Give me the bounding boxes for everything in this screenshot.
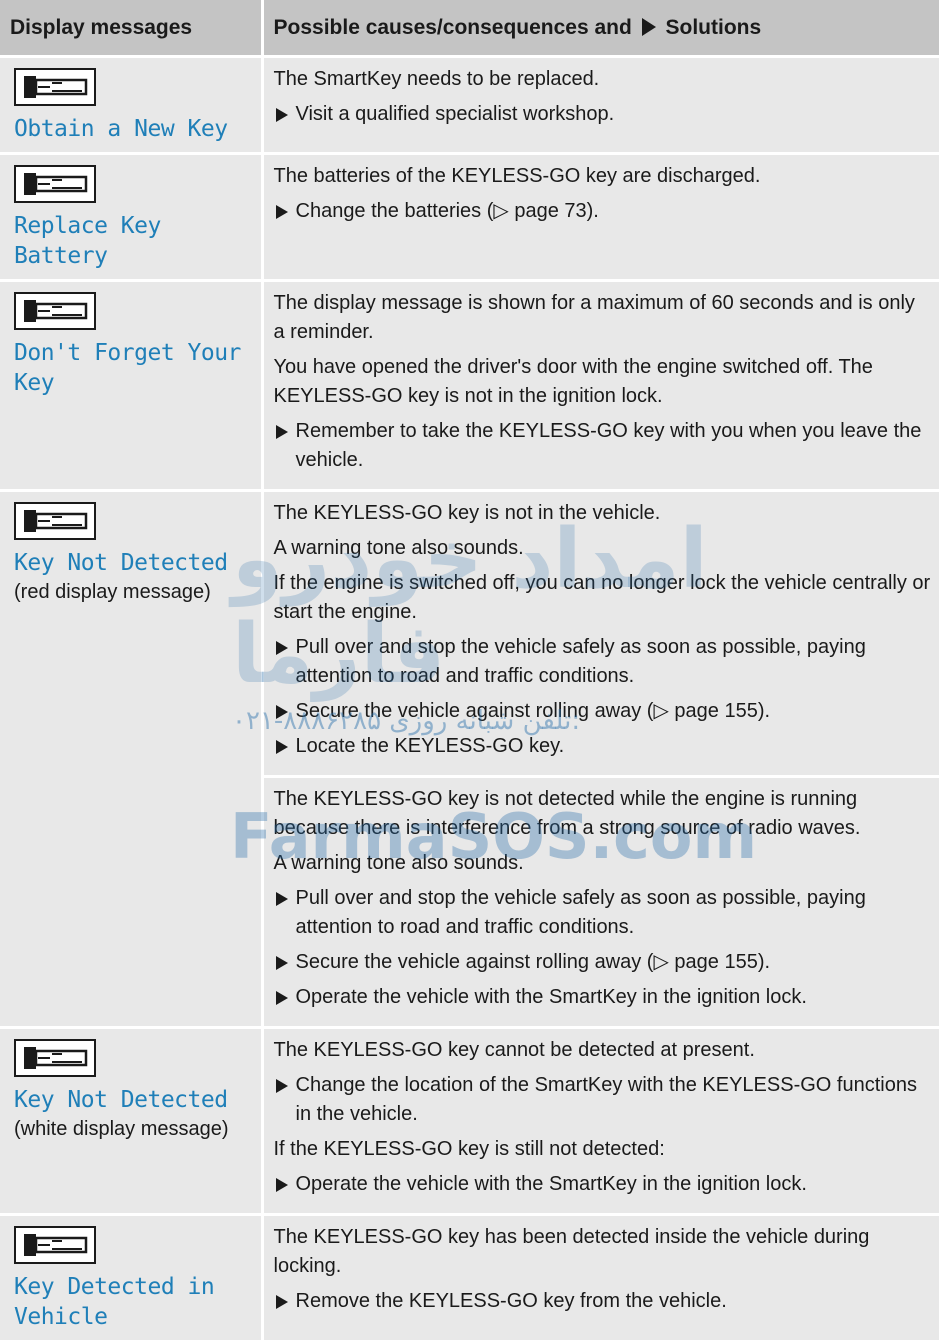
cause-text: The batteries of the KEYLESS-GO key are … (273, 165, 761, 187)
cause-text: The KEYLESS-GO key cannot be detected at… (273, 1039, 755, 1061)
key-icon (14, 1039, 96, 1077)
header-col2-suffix: Solutions (665, 15, 762, 39)
display-message-title: Replace Key Battery (14, 213, 161, 269)
display-message-note: (red display message) (14, 581, 211, 603)
cause-text: The KEYLESS-GO key has been detected ins… (273, 1226, 870, 1277)
solution-step: Change the batteries (▷ page 73). (274, 197, 932, 226)
key-icon (14, 502, 96, 540)
solution-step: Secure the vehicle against rolling away … (274, 948, 932, 977)
cause-text: The SmartKey needs to be replaced. (273, 68, 600, 90)
display-message-title: Key Not Detected (14, 550, 228, 576)
table-row: Obtain a New Key The SmartKey needs to be… (0, 56, 939, 155)
solution-step: Secure the vehicle against rolling away … (274, 697, 932, 726)
message-cell: Key Detected in Vehicle (0, 1214, 264, 1343)
causes-solutions-cell: The KEYLESS-GO key is not detected while… (262, 776, 939, 1029)
cause-text: The KEYLESS-GO key is not in the vehicle… (273, 502, 661, 524)
cause-text: You have opened the driver's door with t… (273, 356, 873, 407)
solution-step: Operate the vehicle with the SmartKey in… (274, 983, 932, 1012)
causes-solutions-cell: The SmartKey needs to be replaced. Visit … (262, 56, 939, 155)
solution-step: Operate the vehicle with the SmartKey in… (274, 1170, 932, 1199)
display-message-title: Key Detected in Vehicle (14, 1274, 215, 1330)
cause-text: The KEYLESS-GO key is not detected while… (273, 788, 861, 839)
message-cell: Key Not Detected (white display message) (0, 1027, 264, 1216)
message-cell: Key Not Detected (red display message) (0, 490, 264, 1029)
key-icon (14, 1226, 96, 1264)
causes-solutions-cell: The batteries of the KEYLESS-GO key are … (262, 153, 939, 282)
key-icon (14, 292, 96, 330)
message-cell: Replace Key Battery (0, 153, 264, 282)
table-row: Key Not Detected (red display message) The… (0, 490, 939, 1029)
solution-step: Pull over and stop the vehicle safely as… (274, 884, 932, 942)
solution-arrow-icon (641, 17, 656, 36)
key-icon (14, 68, 96, 106)
solution-step: Locate the KEYLESS-GO key. (274, 732, 932, 761)
display-message-title: Don't Forget Your Key (14, 340, 241, 396)
cause-text: If the engine is switched off, you can n… (273, 572, 931, 623)
solution-step: Remember to take the KEYLESS-GO key with… (274, 417, 932, 475)
display-message-note: (white display message) (14, 1118, 229, 1140)
causes-solutions-cell: The KEYLESS-GO key cannot be detected at… (262, 1027, 939, 1216)
header-col2-label: Possible causes/consequences and (273, 15, 632, 39)
message-cell: Don't Forget Your Key (0, 280, 264, 492)
table-row: Key Not Detected (white display message) T… (0, 1027, 939, 1216)
causes-solutions-cell: The KEYLESS-GO key is not in the vehicle… (262, 490, 939, 778)
display-message-title: Key Not Detected (14, 1087, 228, 1113)
solution-step: Visit a qualified specialist workshop. (274, 100, 932, 129)
solution-step: Remove the KEYLESS-GO key from the vehic… (274, 1287, 932, 1316)
display-messages-table: Display messages Possible causes/consequ… (0, 0, 939, 1343)
key-icon (14, 165, 96, 203)
table-row: Replace Key Battery The batteries of the … (0, 153, 939, 282)
causes-solutions-cell: The KEYLESS-GO key has been detected ins… (262, 1214, 939, 1343)
table-row: Don't Forget Your Key The display message… (0, 280, 939, 492)
solution-step: Change the location of the SmartKey with… (274, 1071, 932, 1129)
causes-solutions-cell: The display message is shown for a maxim… (262, 280, 939, 492)
header-col1-label: Display messages (10, 15, 193, 39)
cause-text: The display message is shown for a maxim… (273, 292, 915, 343)
cause-text: If the KEYLESS-GO key is still not detec… (273, 1138, 665, 1160)
solution-step: Pull over and stop the vehicle safely as… (274, 633, 932, 691)
table-header-row: Display messages Possible causes/consequ… (0, 0, 939, 58)
header-causes-solutions: Possible causes/consequences and Solutio… (260, 0, 939, 58)
cause-text: A warning tone also sounds. (273, 537, 524, 559)
table-row: Key Detected in Vehicle The KEYLESS-GO ke… (0, 1214, 939, 1343)
header-display-messages: Display messages (0, 0, 262, 58)
display-message-title: Obtain a New Key (14, 116, 228, 142)
cause-text: A warning tone also sounds. (273, 852, 524, 874)
message-cell: Obtain a New Key (0, 56, 264, 155)
